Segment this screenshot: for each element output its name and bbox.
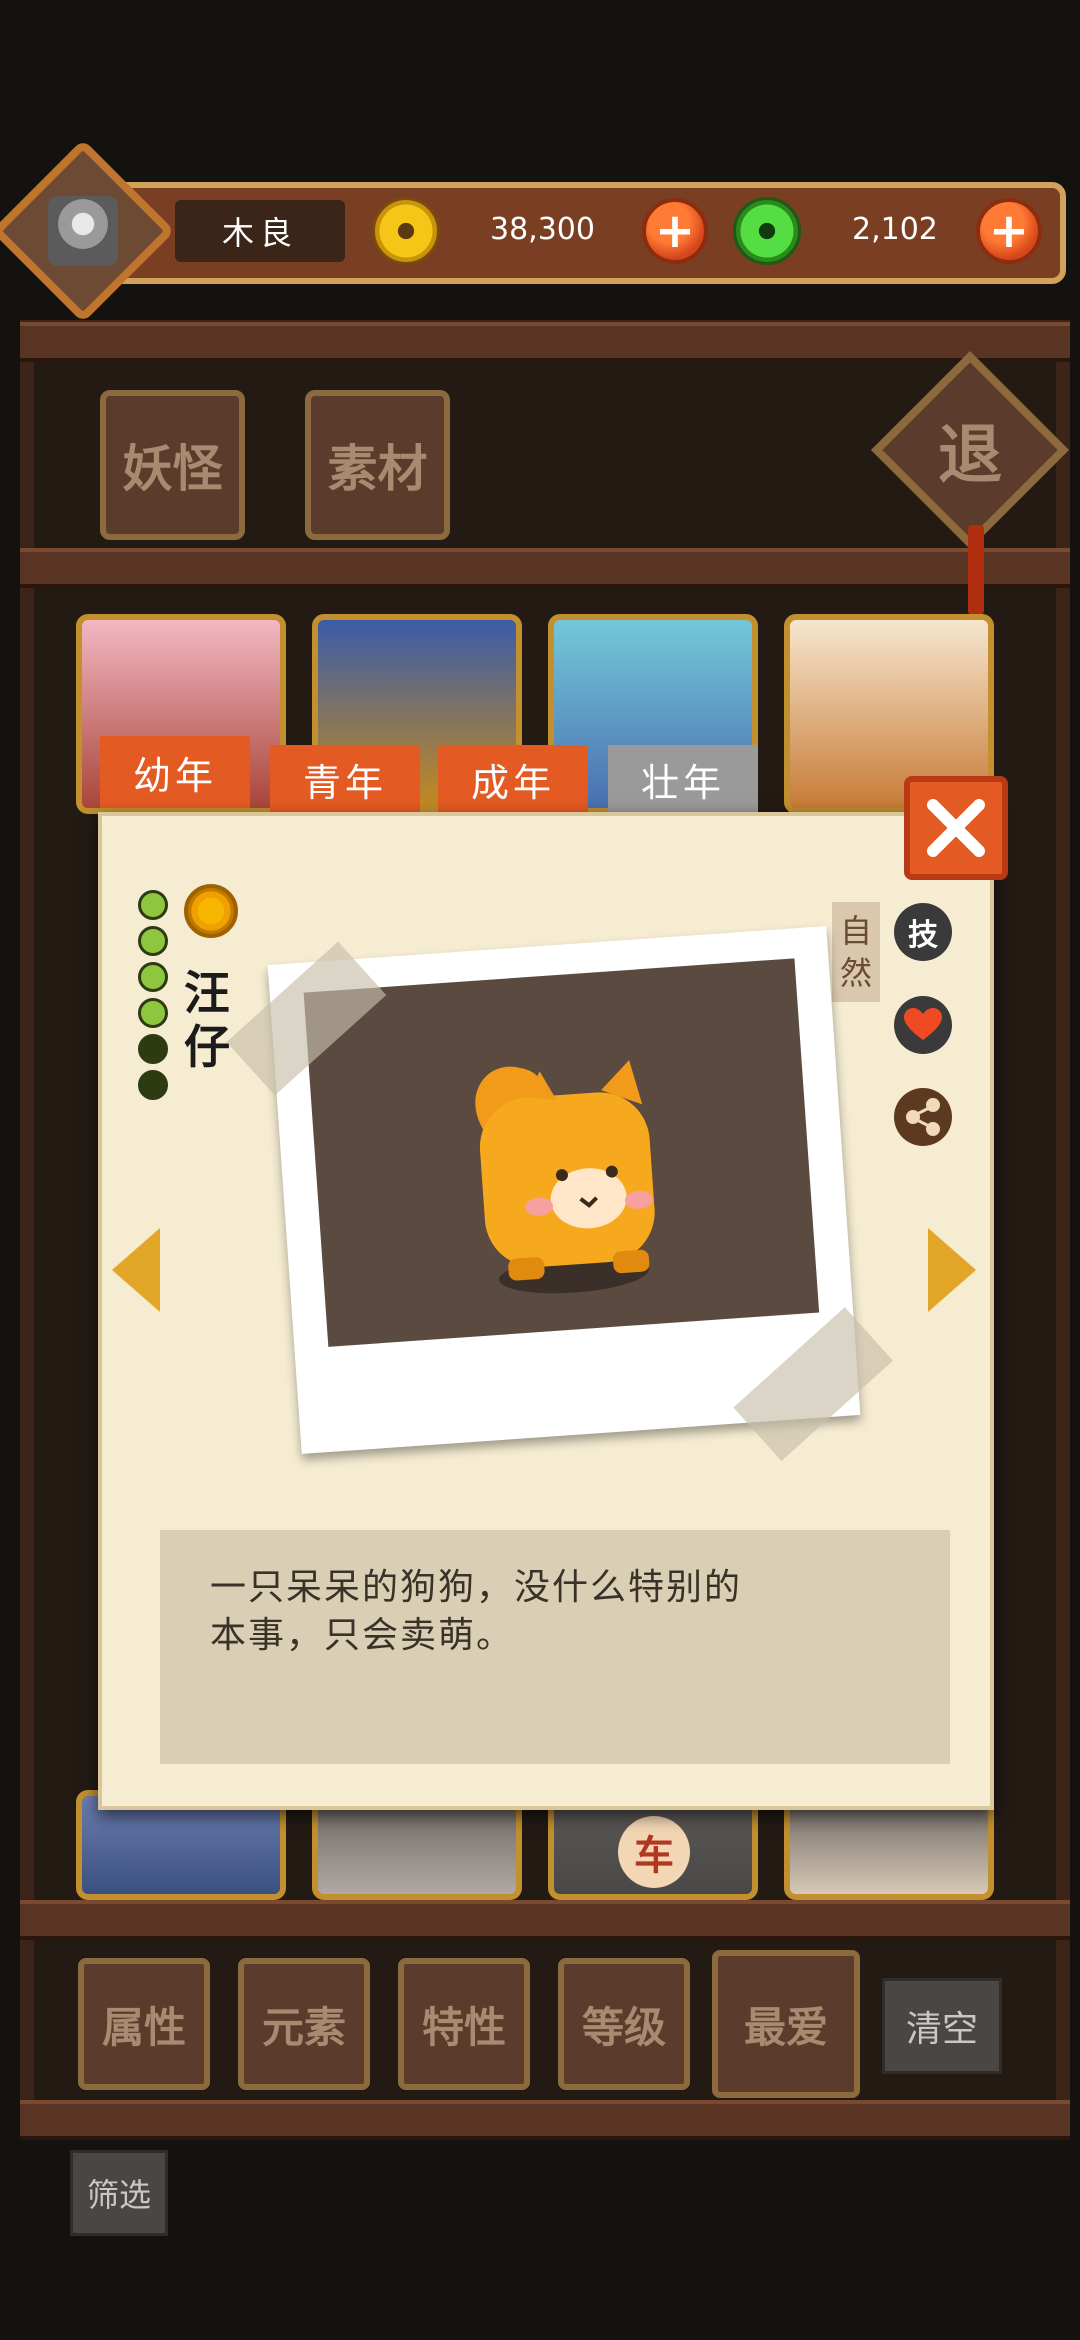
monster-name-line1: 汪 bbox=[184, 966, 230, 1020]
description-line1: 一只呆呆的狗狗，没什么特别的 bbox=[210, 1567, 743, 1608]
tassel-decoration bbox=[968, 525, 984, 615]
description-line2: 本事，只会卖萌。 bbox=[210, 1615, 515, 1656]
shelf-beam-middle bbox=[20, 548, 1070, 588]
level-dot-filled bbox=[138, 998, 168, 1028]
jade-icon bbox=[733, 197, 801, 265]
tab-age-young[interactable]: 青年 bbox=[270, 745, 420, 813]
card-badge: 车 bbox=[618, 1816, 690, 1888]
add-gold-button[interactable]: + bbox=[642, 198, 708, 264]
filter-element-button[interactable]: 元素 bbox=[238, 1958, 370, 2090]
sun-element-icon bbox=[184, 884, 238, 938]
shelf-beam-lower bbox=[20, 1900, 1070, 1940]
gold-coin-icon bbox=[372, 197, 440, 265]
monster-photo bbox=[303, 958, 820, 1347]
share-icon bbox=[906, 1098, 940, 1136]
tab-materials[interactable]: 素材 bbox=[305, 390, 450, 540]
favorite-button[interactable] bbox=[894, 996, 952, 1054]
close-button[interactable] bbox=[904, 776, 1008, 880]
tab-monsters[interactable]: 妖怪 bbox=[100, 390, 245, 540]
level-indicator bbox=[138, 890, 174, 1110]
tab-age-prime[interactable]: 壮年 bbox=[608, 745, 758, 813]
monster-photo-frame bbox=[226, 926, 893, 1462]
player-avatar[interactable] bbox=[0, 139, 175, 323]
skill-label: 技 bbox=[908, 918, 938, 953]
close-icon bbox=[927, 799, 985, 857]
level-dot-filled bbox=[138, 962, 168, 992]
level-dot-empty bbox=[138, 1070, 168, 1100]
filter-favorite-button[interactable]: 最爱 bbox=[712, 1950, 860, 2098]
exit-label: 退 bbox=[938, 419, 1002, 493]
filter-attribute-button[interactable]: 属性 bbox=[78, 1958, 210, 2090]
robot-avatar-icon bbox=[48, 196, 118, 266]
element-tag-line1: 自 bbox=[839, 912, 872, 950]
share-button[interactable] bbox=[894, 1088, 952, 1146]
heart-icon bbox=[904, 1008, 942, 1040]
shelf-beam-bottom bbox=[20, 2100, 1070, 2140]
element-tag: 自 然 bbox=[832, 902, 880, 1002]
tab-age-adult[interactable]: 成年 bbox=[438, 745, 588, 813]
jade-amount: 2,102 bbox=[852, 212, 938, 247]
level-dot-filled bbox=[138, 926, 168, 956]
orange-dog-illustration bbox=[475, 1060, 655, 1294]
player-name: 木良 bbox=[175, 200, 345, 262]
sift-button[interactable]: 筛选 bbox=[70, 2150, 168, 2236]
add-jade-button[interactable]: + bbox=[976, 198, 1042, 264]
gold-amount: 38,300 bbox=[490, 212, 595, 247]
monster-name: 汪 仔 bbox=[184, 966, 244, 1074]
filter-trait-button[interactable]: 特性 bbox=[398, 1958, 530, 2090]
monster-description: 一只呆呆的狗狗，没什么特别的 本事，只会卖萌。 bbox=[160, 1530, 950, 1764]
skill-button[interactable]: 技 bbox=[894, 903, 952, 961]
next-arrow-button[interactable] bbox=[928, 1228, 976, 1312]
filter-level-button[interactable]: 等级 bbox=[558, 1958, 690, 2090]
level-dot-filled bbox=[138, 890, 168, 920]
prev-arrow-button[interactable] bbox=[112, 1228, 160, 1312]
level-dot-empty bbox=[138, 1034, 168, 1064]
tab-age-youth[interactable]: 幼年 bbox=[100, 736, 250, 808]
element-tag-line2: 然 bbox=[839, 954, 872, 992]
shelf-beam-top bbox=[20, 322, 1070, 362]
clear-button[interactable]: 清空 bbox=[882, 1978, 1002, 2074]
